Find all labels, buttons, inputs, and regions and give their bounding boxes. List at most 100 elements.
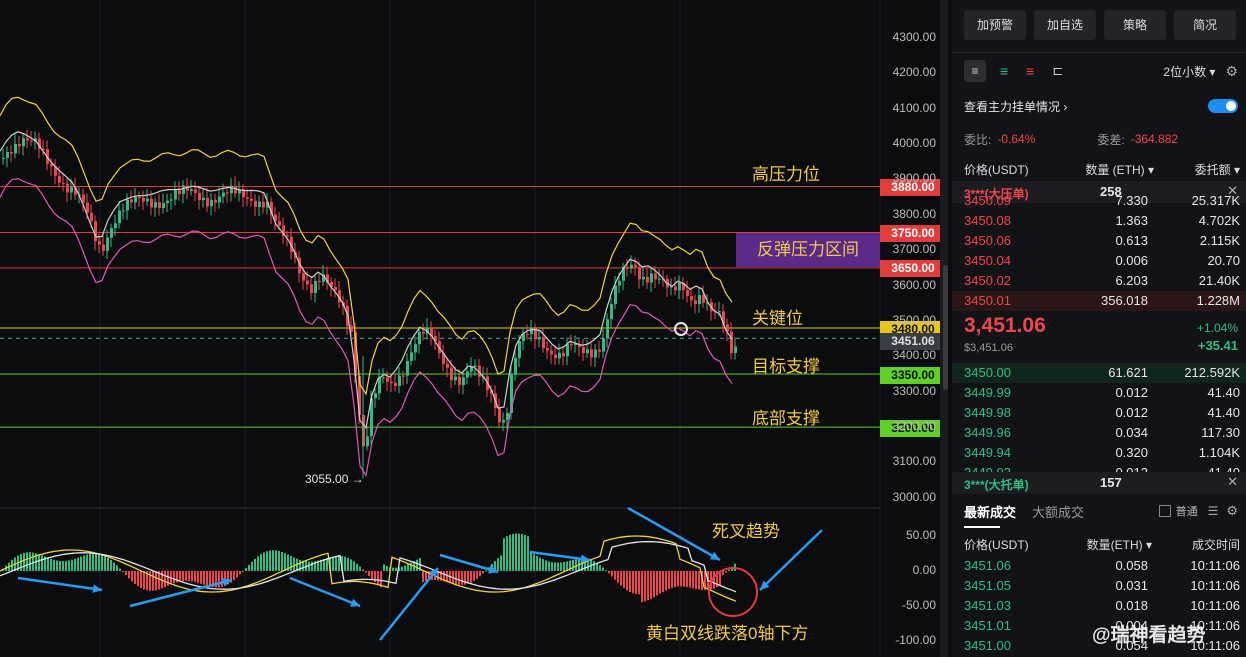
price-axis-tick: 4300.00 — [892, 30, 936, 44]
macd-bar — [77, 557, 79, 571]
col-price-header: 价格(USDT) — [964, 163, 1029, 177]
commission-ratio-label: 委比: — [964, 132, 992, 147]
bid-row[interactable]: 3449.94 0.320 1.104K — [952, 443, 1246, 463]
candle-body — [278, 221, 281, 226]
normal-checkbox[interactable] — [1158, 505, 1171, 517]
macd-bar — [539, 557, 541, 571]
candle-body — [694, 300, 697, 305]
candle-body — [378, 377, 381, 394]
macd-bar — [59, 560, 61, 571]
add-alert-button[interactable]: 加预警 — [964, 10, 1026, 40]
macd-bar — [137, 571, 139, 587]
order-amount: 212.592K — [1184, 365, 1240, 380]
order-price: 3449.98 — [964, 405, 1011, 420]
macd-bar — [695, 571, 697, 589]
watch-main-orders-link[interactable]: 查看主力挂单情况 › — [964, 98, 1067, 115]
kline-chart[interactable]: 3880.00 3750.00 3650.00 3480.00 3451.06 … — [0, 0, 948, 657]
candle-body — [374, 393, 377, 399]
settings-icon[interactable]: ⚙ — [1226, 503, 1238, 519]
macd-bar — [407, 564, 409, 571]
macd-bar — [101, 554, 103, 571]
order-amount: 1.104K — [1198, 445, 1240, 460]
macd-bar — [53, 559, 55, 571]
candle-body — [698, 294, 701, 305]
chart-canvas[interactable] — [0, 0, 948, 657]
view-asks-icon[interactable]: ≡ — [1026, 63, 1034, 79]
macd-bar — [626, 571, 628, 591]
candle-body — [250, 198, 253, 201]
candle-body — [150, 198, 153, 208]
candle-body — [626, 267, 629, 269]
ask-row[interactable]: 3450.04 0.006 20.70 — [952, 251, 1246, 271]
candle-body — [146, 198, 149, 202]
trade-qty: 0.058 — [1115, 558, 1148, 573]
add-watchlist-button[interactable]: 加自选 — [1034, 10, 1096, 40]
trade-qty-header[interactable]: 数量(ETH) ▾ — [1076, 536, 1152, 553]
ask-row[interactable]: 3450.09 7.330 25.317K — [952, 191, 1246, 211]
candle-body — [638, 267, 641, 280]
candle-body — [310, 284, 313, 294]
order-qty: 0.320 — [1115, 445, 1148, 460]
candle-body — [246, 197, 249, 199]
macd-bar — [530, 552, 532, 571]
price-axis-tick: 3800.00 — [892, 206, 936, 221]
overview-button[interactable]: 简况 — [1174, 10, 1236, 40]
candle-body — [406, 360, 409, 376]
ask-row[interactable]: 3450.08 1.363 4.702K — [952, 211, 1246, 231]
candle-body — [2, 157, 5, 159]
candle-body — [302, 273, 305, 281]
view-both-icon[interactable]: ≡ — [964, 60, 986, 82]
candle-body — [138, 196, 141, 198]
bid-row[interactable]: 3449.96 0.034 117.30 — [952, 423, 1246, 443]
strategy-button[interactable]: 策略 — [1104, 10, 1166, 40]
order-qty: 0.034 — [1115, 425, 1148, 440]
candle-body — [62, 182, 65, 184]
candle-body — [674, 286, 677, 291]
col-qty-header[interactable]: 数量 (ETH) ▾ — [1070, 161, 1154, 178]
candle-body — [334, 286, 337, 291]
bid-row[interactable]: 3449.99 0.012 41.40 — [952, 383, 1246, 403]
view-bids-icon[interactable]: ≡ — [1000, 63, 1008, 79]
candle-body — [366, 436, 369, 447]
close-icon[interactable]: ✕ — [1227, 474, 1238, 490]
macd-bar — [131, 571, 133, 582]
tab-latest-trades[interactable]: 最新成交 — [964, 502, 1016, 521]
macd-bar — [725, 571, 727, 573]
candle-body — [254, 200, 257, 208]
macd-bar — [572, 559, 574, 571]
macd-bar — [164, 571, 166, 588]
decimals-select[interactable]: 2位小数 ▾ — [1163, 63, 1215, 80]
candle-body — [630, 264, 633, 269]
col-amount-header[interactable]: 委托额 ▾ — [1162, 161, 1240, 178]
candle-body — [522, 333, 525, 342]
macd-bar — [665, 571, 667, 591]
order-qty: 0.012 — [1115, 385, 1148, 400]
view-trades-icon[interactable]: ⊏ — [1052, 63, 1063, 79]
macd-bar — [641, 571, 643, 603]
filter-icon[interactable]: ☰ — [1208, 504, 1219, 518]
ask-row[interactable]: 3450.06 0.613 2.115K — [952, 231, 1246, 251]
label-high-resistance: 高压力位 — [752, 165, 820, 184]
bid-row[interactable]: 3449.98 0.012 41.40 — [952, 403, 1246, 423]
scroll-thumb[interactable] — [943, 265, 948, 390]
candle-body — [222, 192, 225, 197]
macd-bar — [269, 550, 271, 571]
candle-body — [422, 331, 425, 334]
macd-bar — [602, 567, 604, 571]
trade-row: 3451.05 0.031 10:11:06 — [952, 576, 1246, 596]
watch-toggle[interactable] — [1208, 99, 1238, 113]
macd-bar — [284, 553, 286, 571]
macd-bar — [179, 571, 181, 582]
candle-body — [518, 341, 521, 358]
macd-bar — [290, 555, 292, 571]
bid-row[interactable]: 3450.00 61.621 212.592K — [952, 363, 1246, 383]
macd-bar — [26, 552, 28, 571]
tab-large-trades[interactable]: 大额成交 — [1032, 502, 1084, 521]
macd-bar — [173, 571, 175, 584]
ask-row[interactable]: 3450.01 356.018 1.228M — [952, 291, 1246, 311]
candle-body — [210, 199, 213, 207]
ask-row[interactable]: 3450.02 6.203 21.40K — [952, 271, 1246, 291]
candle-body — [718, 311, 721, 313]
order-amount: 117.30 — [1201, 425, 1240, 440]
settings-icon[interactable]: ⚙ — [1225, 63, 1238, 80]
